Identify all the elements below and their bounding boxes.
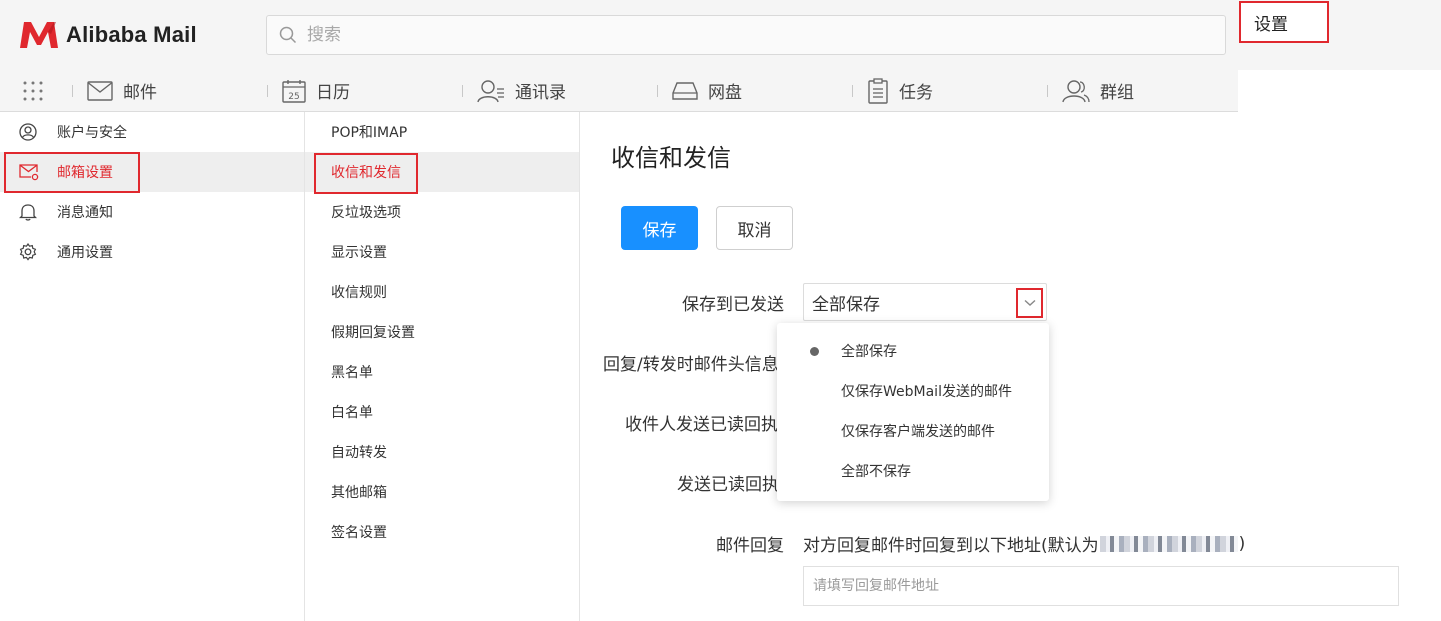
contacts-icon — [477, 79, 504, 102]
submenu-item-blacklist[interactable]: 黑名单 — [305, 352, 579, 392]
submenu-item-label: 收信规则 — [331, 285, 387, 301]
dropdown-option-label: 全部保存 — [841, 344, 897, 360]
sidebar-highlight-box — [4, 152, 140, 193]
app-logo[interactable]: Alibaba Mail — [18, 20, 197, 50]
submenu-item-anti-spam[interactable]: 反垃圾选项 — [305, 192, 579, 232]
submenu-item-label: 反垃圾选项 — [331, 205, 401, 221]
drive-icon — [672, 81, 698, 100]
save-to-sent-dropdown: 全部保存 仅保存WebMail发送的邮件 仅保存客户端发送的邮件 全部不保存 — [777, 323, 1049, 501]
nav-item-drive[interactable]: 网盘 — [657, 70, 742, 111]
alibaba-mail-logo-icon — [20, 22, 58, 48]
apps-grid-icon[interactable] — [23, 81, 43, 101]
nav-separator — [462, 84, 463, 97]
chevron-down-icon — [1024, 299, 1035, 306]
sidebar-item-label: 通用设置 — [57, 245, 113, 261]
nav-item-contacts[interactable]: 通讯录 — [462, 70, 566, 111]
nav-item-settings[interactable]: 设置 — [1239, 1, 1329, 43]
nav-item-tasks[interactable]: 任务 — [852, 70, 933, 111]
settings-sidebar: 账户与安全 邮箱设置 消息通知 通用设置 — [0, 112, 305, 621]
send-receipt-label: 发送已读回执 — [677, 475, 779, 495]
nav-item-mail[interactable]: 邮件 — [72, 70, 157, 111]
submenu-item-display-settings[interactable]: 显示设置 — [305, 232, 579, 272]
submenu-item-label: 显示设置 — [331, 245, 387, 261]
save-button[interactable]: 保存 — [621, 206, 698, 250]
reply-to-input[interactable] — [803, 566, 1399, 606]
nav-separator — [267, 84, 268, 97]
dropdown-toggle[interactable] — [1016, 288, 1043, 318]
nav-separator — [72, 84, 73, 97]
dropdown-option-save-none[interactable]: 全部不保存 — [777, 451, 1049, 491]
submenu-item-label: 自动转发 — [331, 445, 387, 461]
submenu-item-label: 假期回复设置 — [331, 325, 415, 341]
dropdown-option-label: 仅保存客户端发送的邮件 — [841, 424, 995, 440]
reply-to-description: 对方回复邮件时回复到以下地址(默认为) — [803, 531, 1246, 557]
submenu-item-inbox-rules[interactable]: 收信规则 — [305, 272, 579, 312]
save-to-sent-select[interactable]: 全部保存 — [803, 283, 1047, 321]
nav-separator — [657, 84, 658, 97]
mailbox-settings-submenu: POP和IMAP 收信和发信 反垃圾选项 显示设置 收信规则 假期回复设置 黑名… — [305, 112, 580, 621]
redacted-email — [1099, 535, 1238, 552]
nav-separator — [1047, 84, 1048, 97]
mail-icon — [87, 80, 113, 101]
user-icon — [19, 123, 37, 141]
dropdown-option-client-only[interactable]: 仅保存客户端发送的邮件 — [777, 411, 1049, 451]
nav-label-tasks: 任务 — [899, 83, 933, 103]
calendar-icon: 25 — [282, 79, 306, 103]
cancel-button[interactable]: 取消 — [716, 206, 793, 250]
nav-label-contacts: 通讯录 — [515, 83, 566, 103]
nav-label-mail: 邮件 — [123, 83, 157, 103]
top-header: Alibaba Mail — [0, 0, 1441, 70]
dropdown-option-label: 全部不保存 — [841, 464, 911, 480]
dropdown-option-save-all[interactable]: 全部保存 — [777, 331, 1049, 371]
calendar-date: 25 — [288, 92, 299, 102]
submenu-item-signature[interactable]: 签名设置 — [305, 512, 579, 552]
submenu-item-label: 黑名单 — [331, 365, 373, 381]
save-to-sent-value: 全部保存 — [812, 294, 880, 315]
page-title: 收信和发信 — [611, 144, 731, 172]
dropdown-option-label: 仅保存WebMail发送的邮件 — [841, 384, 1012, 400]
nav-label-settings: 设置 — [1254, 14, 1288, 35]
nav-separator — [852, 84, 853, 97]
reply-to-label: 邮件回复 — [716, 536, 784, 556]
sidebar-item-label: 账户与安全 — [57, 125, 127, 141]
gear-icon — [19, 243, 37, 261]
reply-desc-suffix: ) — [1238, 533, 1246, 554]
submenu-item-label: POP和IMAP — [331, 125, 408, 141]
reply-header-label: 回复/转发时邮件头信息 — [603, 355, 779, 375]
nav-settings-tab-bg — [1238, 70, 1441, 112]
nav-item-groups[interactable]: 群组 — [1047, 70, 1134, 111]
nav-label-calendar: 日历 — [316, 83, 350, 103]
task-icon — [868, 77, 888, 104]
sidebar-item-notifications[interactable]: 消息通知 — [0, 192, 304, 232]
search-input[interactable] — [307, 25, 1187, 45]
search-icon — [279, 26, 297, 44]
submenu-item-whitelist[interactable]: 白名单 — [305, 392, 579, 432]
submenu-item-label: 白名单 — [331, 405, 373, 421]
submenu-item-other-mailboxes[interactable]: 其他邮箱 — [305, 472, 579, 512]
logo-text: Alibaba Mail — [66, 22, 197, 47]
read-receipt-label: 收件人发送已读回执 — [625, 415, 778, 435]
save-to-sent-label: 保存到已发送 — [682, 295, 784, 315]
nav-label-drive: 网盘 — [708, 83, 742, 103]
search-box[interactable] — [266, 15, 1226, 55]
bell-icon — [19, 204, 37, 221]
selected-dot-icon — [810, 347, 819, 356]
submenu-item-auto-forward[interactable]: 自动转发 — [305, 432, 579, 472]
sidebar-item-label: 消息通知 — [57, 205, 113, 221]
submenu-item-vacation-reply[interactable]: 假期回复设置 — [305, 312, 579, 352]
nav-item-calendar[interactable]: 25 日历 — [267, 70, 350, 111]
reply-desc-prefix: 对方回复邮件时回复到以下地址(默认为 — [803, 536, 1099, 556]
submenu-item-pop-imap[interactable]: POP和IMAP — [305, 112, 579, 152]
sidebar-item-account-security[interactable]: 账户与安全 — [0, 112, 304, 152]
dropdown-option-webmail-only[interactable]: 仅保存WebMail发送的邮件 — [777, 371, 1049, 411]
main-nav: 邮件 25 日历 通讯录 网盘 任务 群组 — [0, 70, 1441, 112]
nav-label-groups: 群组 — [1100, 83, 1134, 103]
sidebar-item-general-settings[interactable]: 通用设置 — [0, 232, 304, 272]
submenu-highlight-box — [314, 153, 418, 194]
group-icon — [1062, 79, 1090, 102]
submenu-item-label: 签名设置 — [331, 525, 387, 541]
submenu-item-label: 其他邮箱 — [331, 485, 387, 501]
